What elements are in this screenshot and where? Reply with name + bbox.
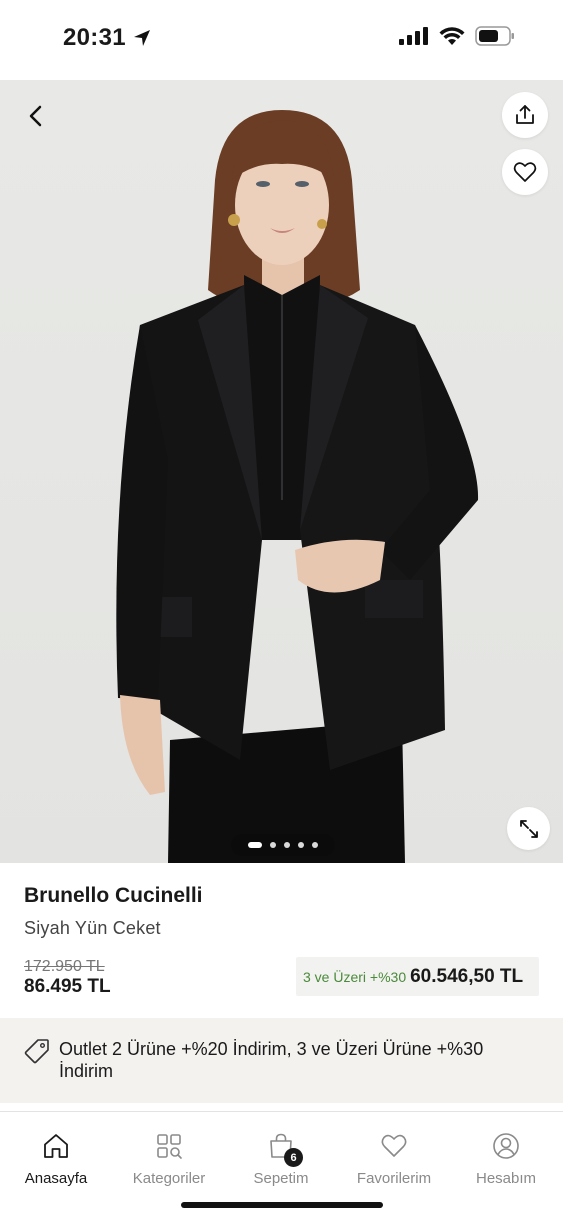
back-arrow-icon xyxy=(29,105,42,127)
product-brand[interactable]: Brunello Cucinelli xyxy=(24,884,203,908)
categories-icon xyxy=(157,1134,182,1159)
nav-label-home: Anasayfa xyxy=(24,1170,88,1187)
nav-item-favorites[interactable]: Favorilerim xyxy=(344,1130,444,1187)
pagination-dot-active[interactable] xyxy=(248,842,262,848)
nav-item-account[interactable]: Hesabım xyxy=(456,1130,556,1187)
battery-icon xyxy=(475,26,514,46)
nav-item-cart[interactable]: 6 Sepetim xyxy=(231,1130,331,1187)
status-bar: 20:31 xyxy=(0,0,563,80)
expand-image-button[interactable] xyxy=(507,807,550,850)
favorite-button[interactable] xyxy=(502,149,548,195)
heart-icon xyxy=(513,162,537,182)
status-time: 20:31 xyxy=(63,24,126,51)
nav-item-home[interactable]: Anasayfa xyxy=(6,1130,106,1187)
pagination-dot[interactable] xyxy=(284,842,290,848)
promo-price: 60.546,50 TL xyxy=(410,965,524,987)
multi-buy-promo: 3 ve Üzeri +%30 60.546,50 TL xyxy=(296,957,539,996)
back-button[interactable] xyxy=(18,98,54,134)
product-image-gallery[interactable] xyxy=(0,80,563,863)
product-name: Siyah Yün Ceket xyxy=(24,918,161,938)
share-icon xyxy=(516,105,534,124)
price-tag-icon xyxy=(24,1039,49,1064)
pagination-dot[interactable] xyxy=(270,842,276,848)
campaign-banner[interactable]: Outlet 2 Ürüne +%20 İndirim, 3 ve Üzeri … xyxy=(0,1018,563,1103)
nav-label-categories: Kategoriler xyxy=(132,1170,206,1187)
status-icons xyxy=(399,26,515,46)
nav-label-cart: Sepetim xyxy=(253,1170,309,1187)
image-pagination xyxy=(231,834,335,856)
home-icon xyxy=(44,1134,68,1158)
heart-icon xyxy=(381,1134,407,1157)
nav-label-favorites: Favorilerim xyxy=(356,1170,432,1187)
nav-label-account: Hesabım xyxy=(475,1170,537,1187)
wifi-icon xyxy=(439,26,465,45)
share-button[interactable] xyxy=(502,92,548,138)
original-price: 172.950 TL xyxy=(24,958,105,975)
product-photo xyxy=(0,80,563,863)
sale-price: 86.495 TL xyxy=(24,976,111,997)
account-icon xyxy=(493,1133,519,1159)
status-time-group: 20:31 xyxy=(63,24,152,52)
cart-count-badge: 6 xyxy=(284,1148,303,1167)
promo-label: 3 ve Üzeri +%30 xyxy=(303,968,407,985)
location-arrow-icon xyxy=(133,30,150,46)
expand-icon xyxy=(519,819,538,838)
pagination-dot[interactable] xyxy=(312,842,318,848)
pagination-dot[interactable] xyxy=(298,842,304,848)
home-indicator xyxy=(181,1202,383,1208)
cellular-signal-icon xyxy=(399,27,428,45)
nav-item-categories[interactable]: Kategoriler xyxy=(119,1130,219,1187)
campaign-text: Outlet 2 Ürüne +%20 İndirim, 3 ve Üzeri … xyxy=(59,1039,484,1081)
